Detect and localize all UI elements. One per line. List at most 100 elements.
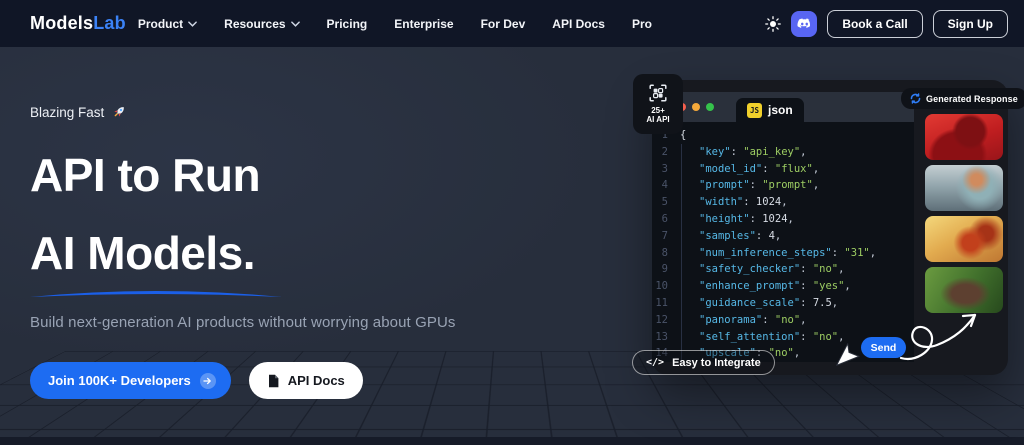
code-value: "31" (844, 246, 870, 259)
code-line: 10 "enhance_prompt": "yes", (652, 278, 914, 295)
code-comma: , (800, 145, 807, 158)
generated-response-label: Generated Response (926, 93, 1018, 104)
code-colon: : (743, 196, 756, 209)
code-line: 4 "prompt": "prompt", (652, 177, 914, 195)
hero-eyebrow-text: Blazing Fast (30, 104, 105, 120)
code-key: "guidance_scale" (699, 296, 801, 309)
line-number: 5 (661, 196, 668, 209)
code-line: 2 "key": "api_key", (652, 143, 914, 161)
api-grid-icon (649, 83, 667, 102)
code-colon: : (749, 179, 763, 192)
tab-json[interactable]: JS json (736, 98, 804, 122)
code-colon: : (800, 296, 813, 309)
code-value: "api_key" (743, 145, 801, 158)
code-comma: , (781, 196, 788, 209)
code-content: "num_inference_steps": "31", (681, 244, 877, 262)
code-key: "model_id" (699, 162, 763, 175)
generated-image-dragon-desert (925, 216, 1003, 262)
code-content: "model_id": "flux", (681, 160, 820, 178)
code-content: "samples": 4, (681, 227, 782, 245)
code-key: "height" (699, 212, 750, 225)
hero-title-line2: AI Models. (30, 227, 256, 279)
brand-logo[interactable]: ModelsLab (30, 13, 126, 34)
easy-to-integrate-label: Easy to Integrate (672, 356, 761, 369)
join-developers-button[interactable]: Join 100K+ Developers (30, 362, 231, 399)
code-colon: : (800, 330, 813, 343)
code-comma: , (831, 296, 839, 309)
code-content: "self_attention": "no", (681, 328, 844, 346)
hero-cta-row: Join 100K+ Developers API Docs (30, 362, 500, 399)
code-line: 3 "model_id": "flux", (652, 160, 914, 178)
api-docs-button[interactable]: API Docs (248, 362, 363, 399)
code-content: "enhance_prompt": "yes", (681, 278, 851, 295)
code-comma: , (844, 280, 851, 293)
line-number: 4 (661, 179, 668, 192)
line-number: 13 (655, 330, 668, 343)
minimize-window-dot[interactable] (692, 103, 700, 111)
generated-image-elephant-red-suit (925, 114, 1003, 160)
code-content: "height": 1024, (681, 210, 794, 228)
code-content: "prompt": "prompt", (681, 177, 820, 195)
line-number: 3 (661, 162, 668, 175)
line-number: 7 (661, 229, 668, 242)
discord-button[interactable] (791, 10, 818, 37)
code-comma: , (812, 179, 820, 192)
code-line: 8 "num_inference_steps": "31", (652, 244, 914, 262)
code-colon: : (800, 263, 813, 276)
code-content: "panorama": "no", (681, 311, 807, 329)
nav-item-pricing[interactable]: Pricing (327, 17, 368, 31)
tab-json-label: json (768, 103, 793, 117)
code-comma: , (812, 162, 820, 175)
line-number: 6 (661, 212, 668, 225)
code-icon: </> (646, 357, 665, 368)
line-number: 10 (655, 280, 668, 293)
nav-item-label: Pro (631, 16, 652, 31)
api-docs-label: API Docs (287, 373, 345, 388)
top-navigation-bar: ModelsLab Product Resources Pricing Enterpr… (0, 0, 1024, 47)
sign-up-button[interactable]: Sign Up (932, 9, 1008, 38)
chevron-down-icon (188, 20, 197, 27)
code-colon: : (762, 313, 775, 326)
code-line: 6 "height": 1024, (652, 210, 914, 228)
code-key: "self_attention" (699, 330, 801, 343)
sync-icon (910, 93, 921, 104)
code-line: 1{ (652, 127, 914, 144)
maximize-window-dot[interactable] (706, 103, 714, 111)
nav-item-product[interactable]: Product (138, 17, 197, 31)
window-traffic-lights (678, 103, 714, 111)
nav-actions: Book a Call Sign Up (765, 9, 1008, 38)
ai-api-count-line2: AI API (646, 115, 670, 124)
nav-item-label: API Docs (552, 16, 605, 31)
code-value: 7.5 (812, 296, 832, 309)
code-line: 11 "guidance_scale": 7.5, (652, 294, 914, 312)
ai-api-count-line1: 25+ (651, 105, 665, 115)
hero-title-line1: API to Run (30, 149, 261, 201)
nav-item-for-dev[interactable]: For Dev (481, 17, 526, 31)
hero-eyebrow: Blazing Fast (30, 104, 500, 120)
hero-title: API to Run AI Models. (30, 136, 500, 292)
code-comma: , (869, 246, 877, 259)
book-a-call-button[interactable]: Book a Call (827, 9, 923, 38)
ai-api-count-badge: 25+ AI API (633, 74, 683, 134)
generated-images (925, 114, 1003, 313)
hero-section: Blazing Fast API to Run AI Models. Build … (30, 104, 500, 399)
send-button[interactable]: Send (861, 337, 906, 358)
code-comma: , (800, 313, 807, 326)
code-key: "safety_checker" (699, 263, 801, 276)
theme-toggle-sun-icon[interactable] (765, 15, 782, 32)
code-key: "samples" (699, 229, 756, 242)
code-comma: , (793, 347, 801, 360)
nav-item-label: Pricing (326, 16, 368, 31)
arrow-right-circle-icon (199, 372, 216, 389)
nav-item-label: Enterprise (394, 16, 454, 31)
nav-item-enterprise[interactable]: Enterprise (394, 17, 453, 31)
javascript-icon: JS (747, 102, 762, 118)
nav-item-api-docs[interactable]: API Docs (552, 17, 605, 31)
nav-item-pro[interactable]: Pro (632, 17, 652, 31)
nav-item-resources[interactable]: Resources (224, 17, 300, 31)
code-value: "no" (812, 330, 839, 343)
easy-to-integrate-badge[interactable]: </> Easy to Integrate (632, 350, 775, 375)
code-comma: , (774, 229, 782, 242)
code-content: "guidance_scale": 7.5, (681, 294, 839, 312)
code-value: "flux" (774, 162, 813, 175)
